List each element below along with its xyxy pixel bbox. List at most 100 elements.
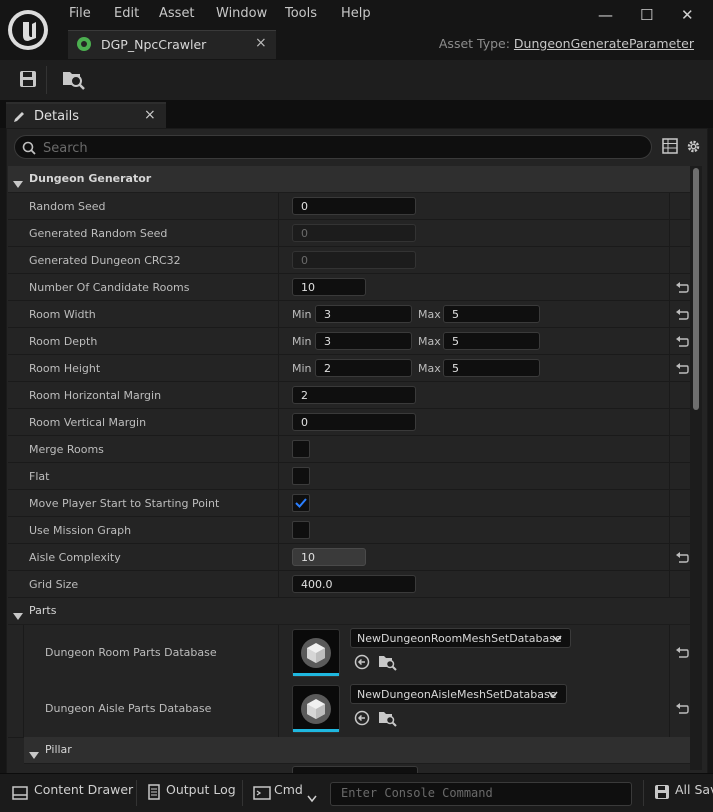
- asset-thumbnail[interactable]: [292, 685, 340, 733]
- aisle-complexity-slider[interactable]: 10: [292, 548, 366, 566]
- menu-edit[interactable]: Edit: [114, 6, 139, 21]
- room-width-min-input[interactable]: 3: [315, 305, 412, 323]
- reset-to-default-icon[interactable]: [675, 280, 689, 294]
- table-view-icon[interactable]: [662, 138, 678, 158]
- asset-type: Asset Type: DungeonGenerateParameter: [439, 36, 694, 51]
- document-tab-close-icon[interactable]: ×: [255, 35, 267, 51]
- property-label: Room Horizontal Margin: [29, 389, 162, 402]
- horizontal-margin-input[interactable]: 2: [292, 386, 416, 404]
- mission-graph-checkbox[interactable]: [292, 521, 310, 539]
- row-aisle-complexity: Aisle Complexity 10: [8, 544, 690, 571]
- room-height-max-input[interactable]: 5: [443, 359, 540, 377]
- output-log-button[interactable]: Output Log: [166, 782, 236, 797]
- reset-to-default-icon[interactable]: [675, 307, 689, 321]
- chevron-down-icon: [552, 635, 562, 643]
- room-height-min-input[interactable]: 2: [315, 359, 412, 377]
- property-label: Generated Random Seed: [29, 227, 168, 240]
- details-tab[interactable]: Details ×: [6, 102, 166, 130]
- room-depth-max-input[interactable]: 5: [443, 332, 540, 350]
- property-label: Flat: [29, 470, 50, 483]
- details-tab-label: Details: [34, 109, 80, 124]
- section-label: Parts: [29, 604, 57, 617]
- section-parts[interactable]: Parts: [8, 598, 690, 625]
- row-generated-random-seed: Generated Random Seed 0: [8, 220, 690, 247]
- settings-gear-icon[interactable]: [685, 138, 702, 159]
- flat-checkbox[interactable]: [292, 467, 310, 485]
- grid-size-input[interactable]: 400.0: [292, 575, 416, 593]
- property-label: Room Vertical Margin: [29, 416, 147, 429]
- combo-value: NewDungeonRoomMeshSetDatabase: [357, 632, 562, 645]
- details-tab-close-icon[interactable]: ×: [144, 107, 156, 123]
- section-pillar[interactable]: Pillar: [24, 737, 690, 764]
- all-saved-status[interactable]: All Saved: [675, 782, 713, 797]
- reset-to-default-icon[interactable]: [675, 645, 689, 659]
- use-selected-icon[interactable]: [354, 710, 370, 730]
- merge-rooms-checkbox[interactable]: [292, 440, 310, 458]
- property-label: Dungeon Aisle Parts Database: [45, 702, 212, 715]
- candidate-rooms-input[interactable]: 10: [292, 278, 366, 296]
- combo-value: NewDungeonAisleMeshSetDatabase: [357, 688, 557, 701]
- content-drawer-button[interactable]: Content Drawer: [34, 782, 133, 797]
- save-icon[interactable]: [19, 70, 37, 92]
- menu-file[interactable]: File: [69, 6, 91, 21]
- asset-type-link[interactable]: DungeonGenerateParameter: [514, 36, 694, 51]
- save-all-icon: [654, 784, 670, 804]
- min-label: Min: [292, 362, 312, 375]
- checkmark-icon: [295, 498, 307, 508]
- room-width-max-input[interactable]: 5: [443, 305, 540, 323]
- random-seed-input[interactable]: 0: [292, 197, 416, 215]
- aisle-parts-database-combo[interactable]: NewDungeonAisleMeshSetDatabase: [350, 684, 567, 704]
- room-depth-min-input[interactable]: 3: [315, 332, 412, 350]
- reset-to-default-icon[interactable]: [675, 550, 689, 564]
- property-label: Grid Size: [29, 578, 79, 591]
- cmd-dropdown[interactable]: Cmd: [274, 782, 303, 797]
- property-label: Room Width: [29, 308, 96, 321]
- menu-tools[interactable]: Tools: [285, 6, 317, 21]
- property-label: Merge Rooms: [29, 443, 104, 456]
- row-vertical-margin: Room Vertical Margin 0: [8, 409, 690, 436]
- min-label: Min: [292, 335, 312, 348]
- room-parts-database-combo[interactable]: NewDungeonRoomMeshSetDatabase: [350, 628, 571, 648]
- details-pencil-icon: [12, 109, 26, 128]
- document-tab-label: DGP_NpcCrawler: [101, 37, 207, 52]
- search-bar[interactable]: [14, 135, 652, 159]
- minimize-button[interactable]: —: [598, 6, 613, 24]
- console-command-input[interactable]: [339, 785, 628, 801]
- section-dungeon-generator[interactable]: Dungeon Generator: [8, 166, 690, 193]
- thumbnail-accent-bar: [293, 673, 339, 676]
- reset-to-default-icon[interactable]: [675, 361, 689, 375]
- use-selected-icon[interactable]: [354, 654, 370, 674]
- row-grid-size: Grid Size 400.0: [8, 571, 690, 598]
- search-input[interactable]: [41, 138, 645, 158]
- row-mission-graph: Use Mission Graph: [8, 517, 690, 544]
- menu-window[interactable]: Window: [216, 6, 267, 21]
- asset-icon-center: [81, 41, 87, 47]
- reset-to-default-icon[interactable]: [675, 334, 689, 348]
- menu-help[interactable]: Help: [341, 6, 371, 21]
- menu-asset[interactable]: Asset: [159, 6, 195, 21]
- browse-asset-icon[interactable]: [62, 68, 86, 94]
- cube-icon: [301, 638, 331, 668]
- browse-asset-icon[interactable]: [378, 709, 398, 731]
- browse-asset-icon[interactable]: [378, 653, 398, 675]
- console-command-box[interactable]: [330, 782, 632, 806]
- property-label: Number Of Candidate Rooms: [29, 281, 190, 294]
- chevron-down-icon: [548, 691, 558, 699]
- collapse-arrow-icon: [29, 745, 39, 764]
- document-tab[interactable]: DGP_NpcCrawler ×: [68, 30, 276, 59]
- row-move-player-start: Move Player Start to Starting Point: [8, 490, 690, 517]
- max-label: Max: [418, 335, 441, 348]
- thumbnail-accent-bar: [293, 729, 339, 732]
- asset-thumbnail[interactable]: [292, 629, 340, 677]
- scrollbar-thumb[interactable]: [693, 168, 699, 410]
- move-player-start-checkbox[interactable]: [292, 494, 310, 512]
- vertical-margin-input[interactable]: 0: [292, 413, 416, 431]
- maximize-button[interactable]: ☐: [640, 6, 653, 24]
- row-aisle-parts-database: Dungeon Aisle Parts Database NewDungeonA…: [8, 681, 690, 738]
- close-window-button[interactable]: ✕: [681, 6, 694, 24]
- row-generated-crc: Generated Dungeon CRC32 0: [8, 247, 690, 274]
- property-label: Random Seed: [29, 200, 106, 213]
- property-label: Use Mission Graph: [29, 524, 132, 537]
- reset-to-default-icon[interactable]: [675, 701, 689, 715]
- row-random-seed: Random Seed 0: [8, 193, 690, 220]
